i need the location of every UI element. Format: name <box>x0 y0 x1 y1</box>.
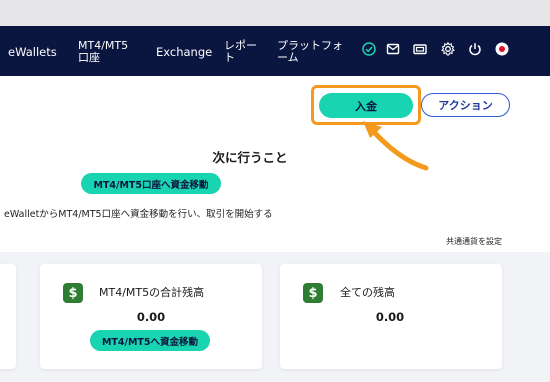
wallet-card-icon[interactable] <box>412 41 428 57</box>
japan-flag-icon[interactable] <box>494 41 510 57</box>
all-balance-value: 0.00 <box>375 310 405 324</box>
mt-total-balance-card: $ MT4/MT5の合計残高 0.00 MT4/MT5へ資金移動 <box>40 264 262 369</box>
mt-total-balance-label: MT4/MT5の合計残高 <box>99 286 205 299</box>
all-balance-label: 全ての残高 <box>340 286 395 299</box>
browser-top-strip <box>0 0 550 26</box>
balance-card-partial <box>0 264 16 369</box>
dollar-icon: $ <box>303 283 323 303</box>
all-balance-card: $ 全ての残高 0.00 <box>280 264 502 369</box>
nav-reports-line2: ト <box>224 51 235 64</box>
nav-exchange[interactable]: Exchange <box>156 46 212 58</box>
mail-icon[interactable] <box>385 41 401 57</box>
next-steps-description: eWalletからMT4/MT5口座へ資金移動を行い、取引を開始する <box>4 209 273 220</box>
action-button[interactable]: アクション <box>421 93 510 117</box>
transfer-to-mt-button[interactable]: MT4/MT5へ資金移動 <box>90 330 210 351</box>
power-icon[interactable] <box>467 41 483 57</box>
dollar-icon: $ <box>63 283 83 303</box>
nav-mt4-mt5-line2: 口座 <box>78 51 100 64</box>
transfer-to-mt-account-button[interactable]: MT4/MT5口座へ資金移動 <box>81 173 221 194</box>
nav-mt4-mt5-accounts[interactable]: MT4/MT5 口座 <box>78 40 128 64</box>
mt-total-balance-value: 0.00 <box>136 310 166 324</box>
verified-check-icon[interactable] <box>361 41 377 57</box>
deposit-button[interactable]: 入金 <box>319 93 413 118</box>
gear-icon[interactable] <box>440 41 456 57</box>
nav-platform[interactable]: プラットフォ ーム <box>277 40 343 64</box>
set-common-currency-link[interactable]: 共通通貨を設定 <box>420 236 502 247</box>
nav-reports[interactable]: レポー ト <box>224 40 257 64</box>
top-navbar: eWallets MT4/MT5 口座 Exchange レポー ト プラットフ… <box>0 26 550 76</box>
next-steps-title: 次に行うこと <box>212 150 288 165</box>
nav-ewallets[interactable]: eWallets <box>8 46 57 58</box>
nav-platform-line2: ーム <box>277 51 299 64</box>
